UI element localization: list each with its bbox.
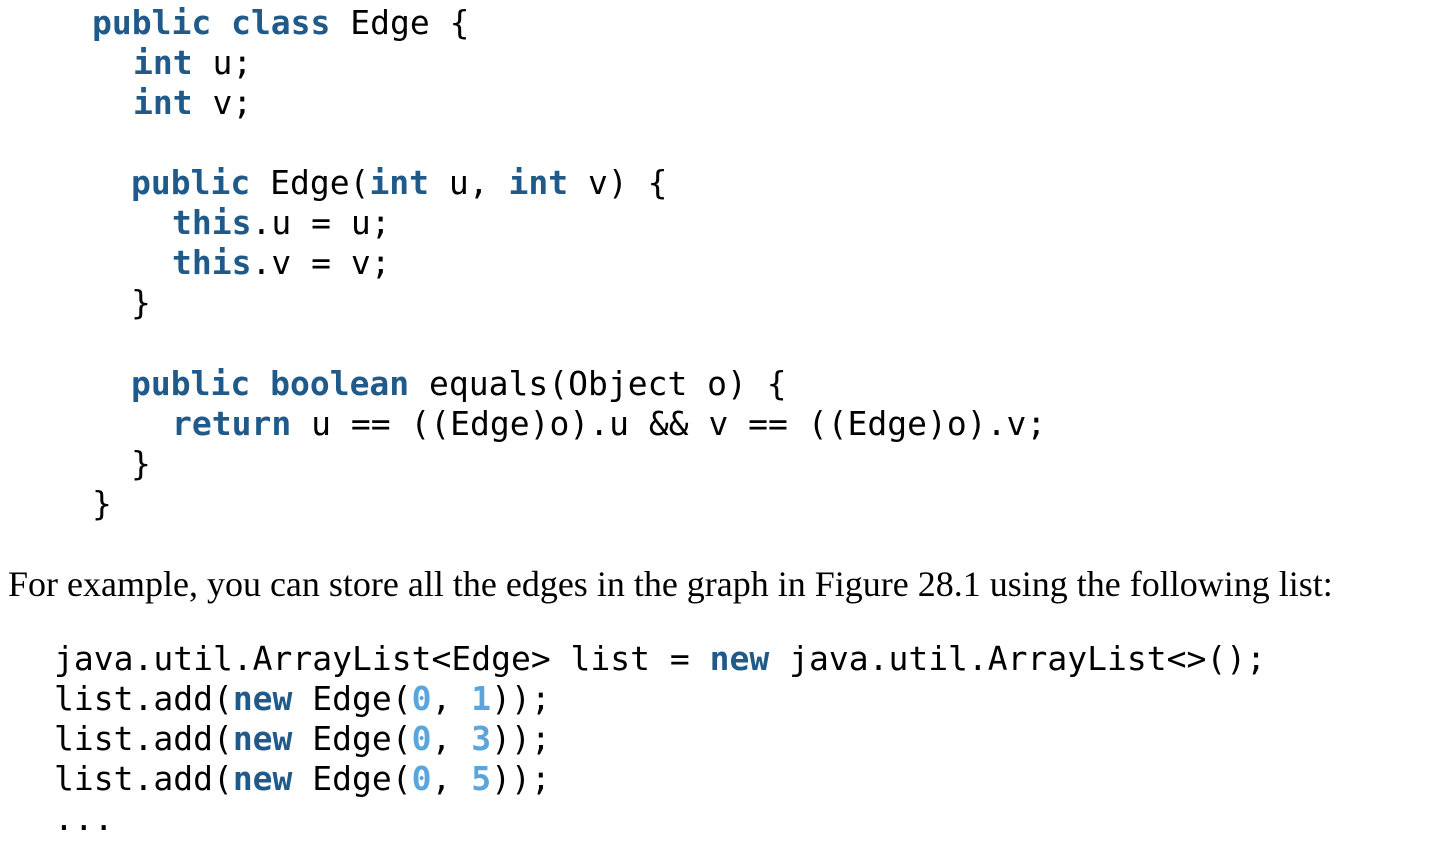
code-text: java.util.ArrayList<Edge> list = xyxy=(54,639,710,678)
body-paragraph: For example, you can store all the edges… xyxy=(8,564,1333,604)
keyword: return xyxy=(172,404,292,443)
keyword: int xyxy=(133,83,193,122)
keyword: new xyxy=(232,719,293,758)
code-text: list.add( xyxy=(54,679,233,718)
code-text: )); xyxy=(491,719,551,758)
code-line: list.add(new Edge(0, 5)); xyxy=(54,759,551,799)
code-line: } xyxy=(131,283,151,323)
code-text: equals(Object o) { xyxy=(409,364,787,403)
code-text: u, xyxy=(429,163,509,202)
code-text: Edge( xyxy=(292,679,412,718)
code-text: Edge( xyxy=(250,163,370,202)
code-line: public class Edge { xyxy=(92,3,470,43)
code-text: list.add( xyxy=(54,719,233,758)
code-text: v; xyxy=(192,83,253,122)
code-text: } xyxy=(131,283,151,322)
number-literal: 3 xyxy=(471,719,492,758)
code-line: public boolean equals(Object o) { xyxy=(131,364,787,404)
code-text: list.add( xyxy=(54,759,233,798)
keyword: int xyxy=(369,163,430,202)
code-line: } xyxy=(131,444,151,484)
code-line: this.v = v; xyxy=(172,243,391,283)
code-text: Edge { xyxy=(330,3,470,42)
code-text: u == ((Edge)o).u && v == ((Edge)o).v; xyxy=(291,404,1047,443)
keyword: new xyxy=(709,639,770,678)
code-line: } xyxy=(92,484,112,524)
code-text: ... xyxy=(54,799,114,838)
keyword: new xyxy=(232,679,293,718)
code-line: this.u = u; xyxy=(172,203,391,243)
keyword: public xyxy=(131,364,251,403)
keyword: new xyxy=(232,759,293,798)
keyword: this xyxy=(172,243,252,282)
code-text: Edge( xyxy=(292,719,412,758)
keyword: boolean xyxy=(270,364,410,403)
code-text: } xyxy=(92,484,112,523)
code-line: list.add(new Edge(0, 1)); xyxy=(54,679,551,719)
keyword: this xyxy=(172,203,252,242)
keyword: int xyxy=(508,163,569,202)
code-line: int u; xyxy=(133,43,252,83)
number-literal: 1 xyxy=(471,679,492,718)
code-text: .v = v; xyxy=(251,243,391,282)
code-line: return u == ((Edge)o).u && v == ((Edge)o… xyxy=(172,404,1046,444)
code-text: u; xyxy=(192,43,253,82)
code-line: list.add(new Edge(0, 3)); xyxy=(54,719,551,759)
code-line: ... xyxy=(54,799,114,839)
code-text: .u = u; xyxy=(251,203,391,242)
code-text: , xyxy=(431,719,472,758)
code-text: v) { xyxy=(568,163,668,202)
number-literal: 5 xyxy=(471,759,492,798)
number-literal: 0 xyxy=(411,719,432,758)
number-literal: 0 xyxy=(411,759,432,798)
code-text: , xyxy=(431,679,472,718)
code-text: )); xyxy=(491,759,551,798)
code-line: public Edge(int u, int v) { xyxy=(131,163,667,203)
page: public class Edge { int u; int v; public… xyxy=(0,0,1438,846)
keyword: public xyxy=(131,163,251,202)
number-literal: 0 xyxy=(411,679,432,718)
code-text: )); xyxy=(491,679,551,718)
code-text: Edge( xyxy=(292,759,412,798)
code-line: java.util.ArrayList<Edge> list = new jav… xyxy=(54,639,1266,679)
code-text: , xyxy=(431,759,472,798)
keyword: int xyxy=(133,43,193,82)
keyword: public class xyxy=(92,3,331,42)
code-text: java.util.ArrayList<>(); xyxy=(769,639,1266,678)
code-text: } xyxy=(131,444,151,483)
code-line: int v; xyxy=(133,83,252,123)
